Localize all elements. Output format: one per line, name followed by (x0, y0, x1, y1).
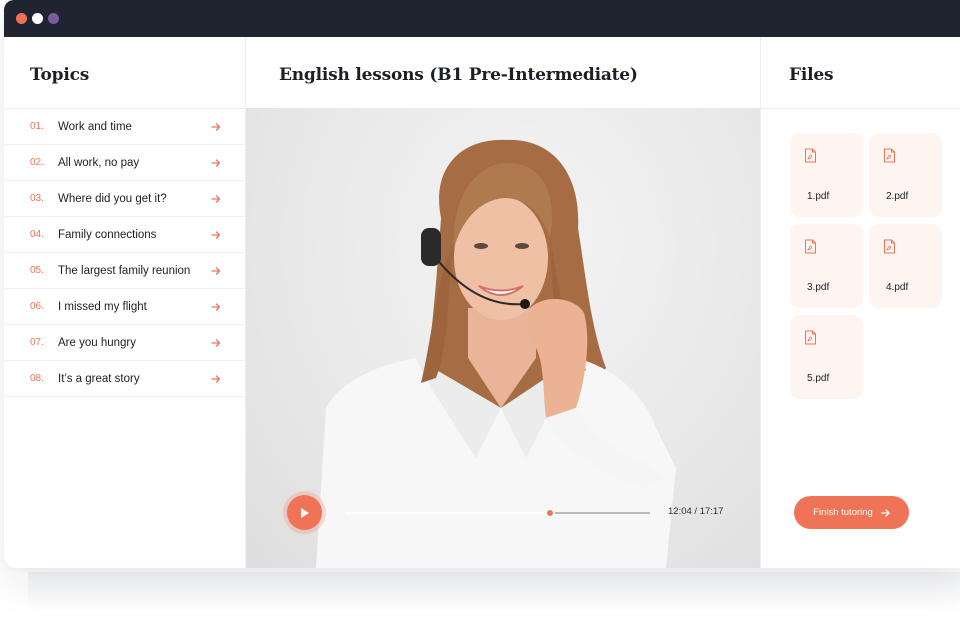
topic-label: Are you hungry (58, 336, 136, 349)
progress-fill (346, 512, 550, 514)
topic-label: All work, no pay (58, 156, 140, 169)
tutor-video-frame (316, 139, 676, 568)
arrow-right-icon (211, 266, 221, 275)
window-titlebar (4, 0, 960, 37)
files-title: Files (789, 65, 834, 85)
arrow-right-icon (211, 338, 221, 347)
topic-item[interactable]: 04. Family connections (4, 217, 245, 253)
playback-time: 12:04 / 17:17 (668, 506, 724, 517)
finish-tutoring-button[interactable]: Finish tutoring (794, 496, 909, 529)
arrow-right-icon (211, 194, 221, 203)
app-window: Topics 01. Work and time 02. All work, no p… (4, 0, 960, 568)
topics-title: Topics (30, 65, 90, 85)
topic-item[interactable]: 07. Are you hungry (4, 325, 245, 361)
arrow-right-icon (211, 158, 221, 167)
topic-number: 06. (30, 301, 44, 312)
arrow-right-icon (211, 122, 221, 131)
topic-list: 01. Work and time 02. All work, no pay 03. Wh… (4, 109, 245, 397)
file-name: 3.pdf (807, 282, 830, 293)
lesson-panel: English lessons (B1 Pre-Intermediate) 12… (246, 37, 760, 568)
file-name: 4.pdf (886, 282, 909, 293)
topic-item[interactable]: 02. All work, no pay (4, 145, 245, 181)
pdf-file-icon (805, 330, 816, 345)
topics-panel: Topics 01. Work and time 02. All work, no p… (4, 37, 246, 568)
close-window-button[interactable] (16, 13, 27, 24)
files-panel: Files 1.pdf 2.pdf 3.pdf 4.pdf 5.pdf Finish t… (760, 37, 960, 568)
pdf-file-icon (884, 148, 895, 163)
topic-number: 03. (30, 193, 44, 204)
file-name: 2.pdf (886, 191, 909, 202)
arrow-right-icon (211, 374, 221, 383)
file-tile[interactable]: 5.pdf (790, 315, 863, 399)
topic-label: The largest family reunion (58, 264, 191, 277)
finish-tutoring-label: Finish tutoring (813, 507, 873, 518)
progress-bar[interactable] (346, 508, 650, 518)
file-tile[interactable]: 3.pdf (790, 224, 863, 308)
topic-number: 04. (30, 229, 44, 240)
topic-label: It’s a great story (58, 372, 140, 385)
arrow-right-icon (211, 302, 221, 311)
topic-label: I missed my flight (58, 300, 147, 313)
progress-handle[interactable] (544, 508, 555, 518)
topic-number: 05. (30, 265, 44, 276)
file-tile[interactable]: 1.pdf (790, 133, 863, 217)
file-name: 5.pdf (807, 373, 830, 384)
video-player[interactable]: 12:04 / 17:17 (246, 108, 760, 568)
pdf-file-icon (805, 239, 816, 254)
file-tile[interactable]: 2.pdf (869, 133, 942, 217)
window-shadow (28, 572, 960, 612)
file-name: 1.pdf (807, 191, 830, 202)
arrow-right-icon (211, 230, 221, 239)
divider (761, 108, 960, 109)
topic-item[interactable]: 06. I missed my flight (4, 289, 245, 325)
topic-number: 07. (30, 337, 44, 348)
arrow-right-icon (880, 508, 890, 517)
play-button[interactable] (287, 495, 322, 530)
topic-item[interactable]: 05. The largest family reunion (4, 253, 245, 289)
topic-item[interactable]: 03. Where did you get it? (4, 181, 245, 217)
topic-number: 01. (30, 121, 44, 132)
pdf-file-icon (884, 239, 895, 254)
topic-number: 02. (30, 157, 44, 168)
topic-label: Family connections (58, 228, 157, 241)
topic-label: Where did you get it? (58, 192, 167, 205)
minimize-window-button[interactable] (32, 13, 43, 24)
play-icon (300, 507, 309, 518)
topic-item[interactable]: 01. Work and time (4, 109, 245, 145)
topic-item[interactable]: 08. It’s a great story (4, 361, 245, 397)
topic-label: Work and time (58, 120, 132, 133)
lesson-title: English lessons (B1 Pre-Intermediate) (279, 65, 638, 85)
file-tile[interactable]: 4.pdf (869, 224, 942, 308)
topic-number: 08. (30, 373, 44, 384)
pdf-file-icon (805, 148, 816, 163)
maximize-window-button[interactable] (48, 13, 59, 24)
